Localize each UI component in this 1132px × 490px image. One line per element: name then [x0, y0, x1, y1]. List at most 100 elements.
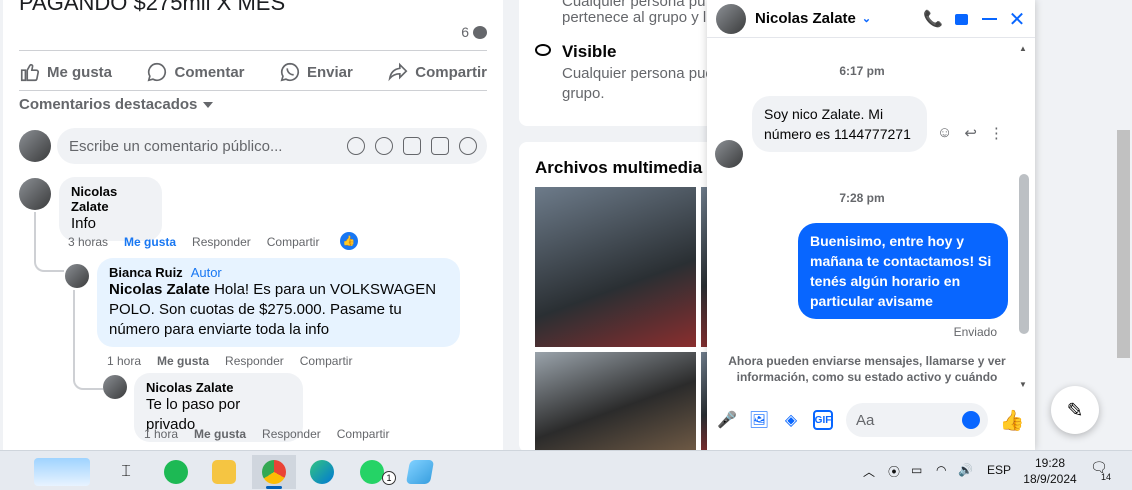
- video-call-icon[interactable]: [952, 10, 970, 28]
- comment-author[interactable]: Nicolas Zalate: [146, 380, 291, 395]
- comment-share-link[interactable]: Compartir: [337, 427, 390, 441]
- spotify-icon[interactable]: [154, 455, 198, 489]
- comment-icon: [148, 62, 167, 82]
- comment-bubble: Nicolas Zalate Info: [59, 177, 162, 241]
- send-button[interactable]: Enviar: [279, 61, 353, 83]
- page-scrollbar-thumb[interactable]: [1117, 130, 1130, 358]
- like-button[interactable]: Me gusta: [19, 61, 112, 83]
- battery-icon[interactable]: ▭: [911, 463, 922, 477]
- terminal-icon[interactable]: ⌶: [104, 455, 148, 489]
- compose-icons: [347, 137, 477, 155]
- comment-time[interactable]: 3 horas: [68, 235, 108, 249]
- share-button[interactable]: Compartir: [387, 61, 487, 83]
- avatar-sticker-icon[interactable]: [347, 137, 365, 155]
- thumbs-up-send-icon[interactable]: 👍: [1000, 410, 1025, 432]
- page-scrollbar[interactable]: [1115, 0, 1132, 450]
- share-icon: [388, 62, 408, 82]
- chevron-up-icon[interactable]: ︿: [863, 463, 875, 480]
- visible-text-2: grupo.: [562, 85, 605, 102]
- photo-icon[interactable]: 🖼: [749, 410, 769, 430]
- start-widget[interactable]: [30, 455, 94, 489]
- comment-reply-link[interactable]: Responder: [225, 354, 284, 368]
- sender-avatar[interactable]: [715, 140, 743, 168]
- thread-line: [73, 290, 103, 390]
- comment-share-link[interactable]: Compartir: [267, 235, 320, 249]
- commenter-avatar[interactable]: [19, 178, 51, 210]
- message-input[interactable]: Aa: [846, 403, 988, 437]
- gif-icon[interactable]: [431, 137, 449, 155]
- incoming-message[interactable]: Soy nico Zalate. Mi número es 1144777271: [752, 96, 927, 152]
- chat-notice: Ahora pueden enviarse mensajes, llamarse…: [728, 354, 1006, 384]
- comment-author-row: Bianca Ruiz Autor: [109, 265, 448, 280]
- comment-button[interactable]: Comentar: [146, 61, 245, 83]
- edge-icon[interactable]: [300, 455, 344, 489]
- comment-text: Info: [71, 215, 97, 232]
- microphone-icon[interactable]: 🎤: [717, 410, 737, 430]
- edge-glyph: [310, 460, 334, 484]
- sticker-icon[interactable]: ◈: [781, 410, 801, 430]
- media-photo[interactable]: [535, 187, 696, 347]
- group-privacy-text-2: pertenece al grupo y l: [562, 9, 707, 26]
- media-title[interactable]: Archivos multimedia re: [535, 158, 719, 178]
- gif-icon[interactable]: GIF: [813, 410, 833, 430]
- user-avatar[interactable]: [19, 130, 51, 162]
- sticker-icon[interactable]: [459, 137, 477, 155]
- media-photo[interactable]: [535, 352, 696, 452]
- mic-status-icon[interactable]: ⦿: [888, 463, 900, 480]
- comment-mention[interactable]: Nicolas Zalate: [109, 281, 210, 298]
- comment-reply-link[interactable]: Responder: [192, 235, 251, 249]
- chat-contact-avatar[interactable]: [716, 4, 746, 34]
- clock[interactable]: 19:28 18/9/2024: [1020, 455, 1080, 487]
- caret-down-icon: [203, 101, 214, 108]
- chat-contact-button[interactable]: Nicolas Zalate ⌄: [755, 10, 871, 27]
- minimize-icon[interactable]: [980, 10, 998, 28]
- chat-scrollbar[interactable]: ▲ ▼: [1017, 44, 1029, 389]
- like-label: Me gusta: [47, 63, 113, 81]
- commenter-avatar[interactable]: [103, 375, 127, 399]
- comment-count[interactable]: 6: [461, 24, 487, 40]
- comment-time[interactable]: 1 hora: [107, 354, 141, 368]
- comment-input[interactable]: Escribe un comentario público...: [57, 128, 487, 164]
- comment-author[interactable]: Bianca Ruiz: [109, 265, 183, 280]
- comment-share-link[interactable]: Compartir: [300, 354, 353, 368]
- volume-icon[interactable]: 🔊: [958, 463, 973, 477]
- featured-comments-filter[interactable]: Comentarios destacados: [19, 96, 214, 113]
- chrome-glyph: [262, 460, 286, 484]
- scroll-up-icon[interactable]: ▲: [1019, 44, 1027, 53]
- post-actions: Me gusta Comentar Enviar Compartir: [19, 56, 487, 88]
- message-status: Enviado: [953, 325, 997, 339]
- more-options-icon[interactable]: ⋮: [989, 124, 1004, 142]
- language-indicator[interactable]: ESP: [987, 463, 1011, 477]
- commenter-avatar[interactable]: [65, 264, 89, 288]
- thumbs-up-icon: [20, 63, 39, 82]
- comment-like-link[interactable]: Me gusta: [194, 427, 246, 441]
- wifi-icon[interactable]: ◠: [936, 463, 946, 477]
- emoji-icon[interactable]: [375, 137, 393, 155]
- visible-text-1: Cualquier persona pue: [562, 65, 714, 82]
- notes-icon[interactable]: [398, 455, 442, 489]
- comment-like-link[interactable]: Me gusta: [124, 235, 176, 249]
- react-emoji-icon[interactable]: ☺: [937, 124, 952, 142]
- camera-icon[interactable]: [403, 137, 421, 155]
- comment-reply-link[interactable]: Responder: [262, 427, 321, 441]
- comment-author[interactable]: Nicolas Zalate: [71, 184, 150, 214]
- like-reaction-icon[interactable]: 👍: [340, 232, 358, 250]
- chat-contact-name: Nicolas Zalate: [755, 10, 856, 27]
- scroll-down-icon[interactable]: ▼: [1019, 380, 1027, 389]
- outgoing-message[interactable]: Buenisimo, entre hoy y mañana te contact…: [798, 223, 1008, 319]
- new-message-button[interactable]: ✎: [1051, 386, 1099, 434]
- comment-time[interactable]: 1 hora: [144, 427, 178, 441]
- comment-meta: 3 horas Me gusta Responder Compartir: [68, 235, 319, 249]
- emoji-icon[interactable]: [962, 411, 980, 429]
- chrome-icon[interactable]: [252, 455, 296, 489]
- media-card: Archivos multimedia re: [519, 142, 719, 452]
- comment-bubble-icon: [473, 25, 487, 39]
- close-icon[interactable]: ✕: [1008, 9, 1026, 31]
- phone-icon[interactable]: 📞: [923, 10, 943, 28]
- reply-icon[interactable]: ↩: [964, 124, 977, 142]
- comment-like-link[interactable]: Me gusta: [157, 354, 209, 368]
- comment-meta: 1 hora Me gusta Responder Compartir: [107, 354, 352, 368]
- chat-scrollbar-thumb[interactable]: [1019, 174, 1029, 334]
- file-explorer-icon[interactable]: [202, 455, 246, 489]
- comment-meta: 1 hora Me gusta Responder Compartir: [144, 427, 389, 441]
